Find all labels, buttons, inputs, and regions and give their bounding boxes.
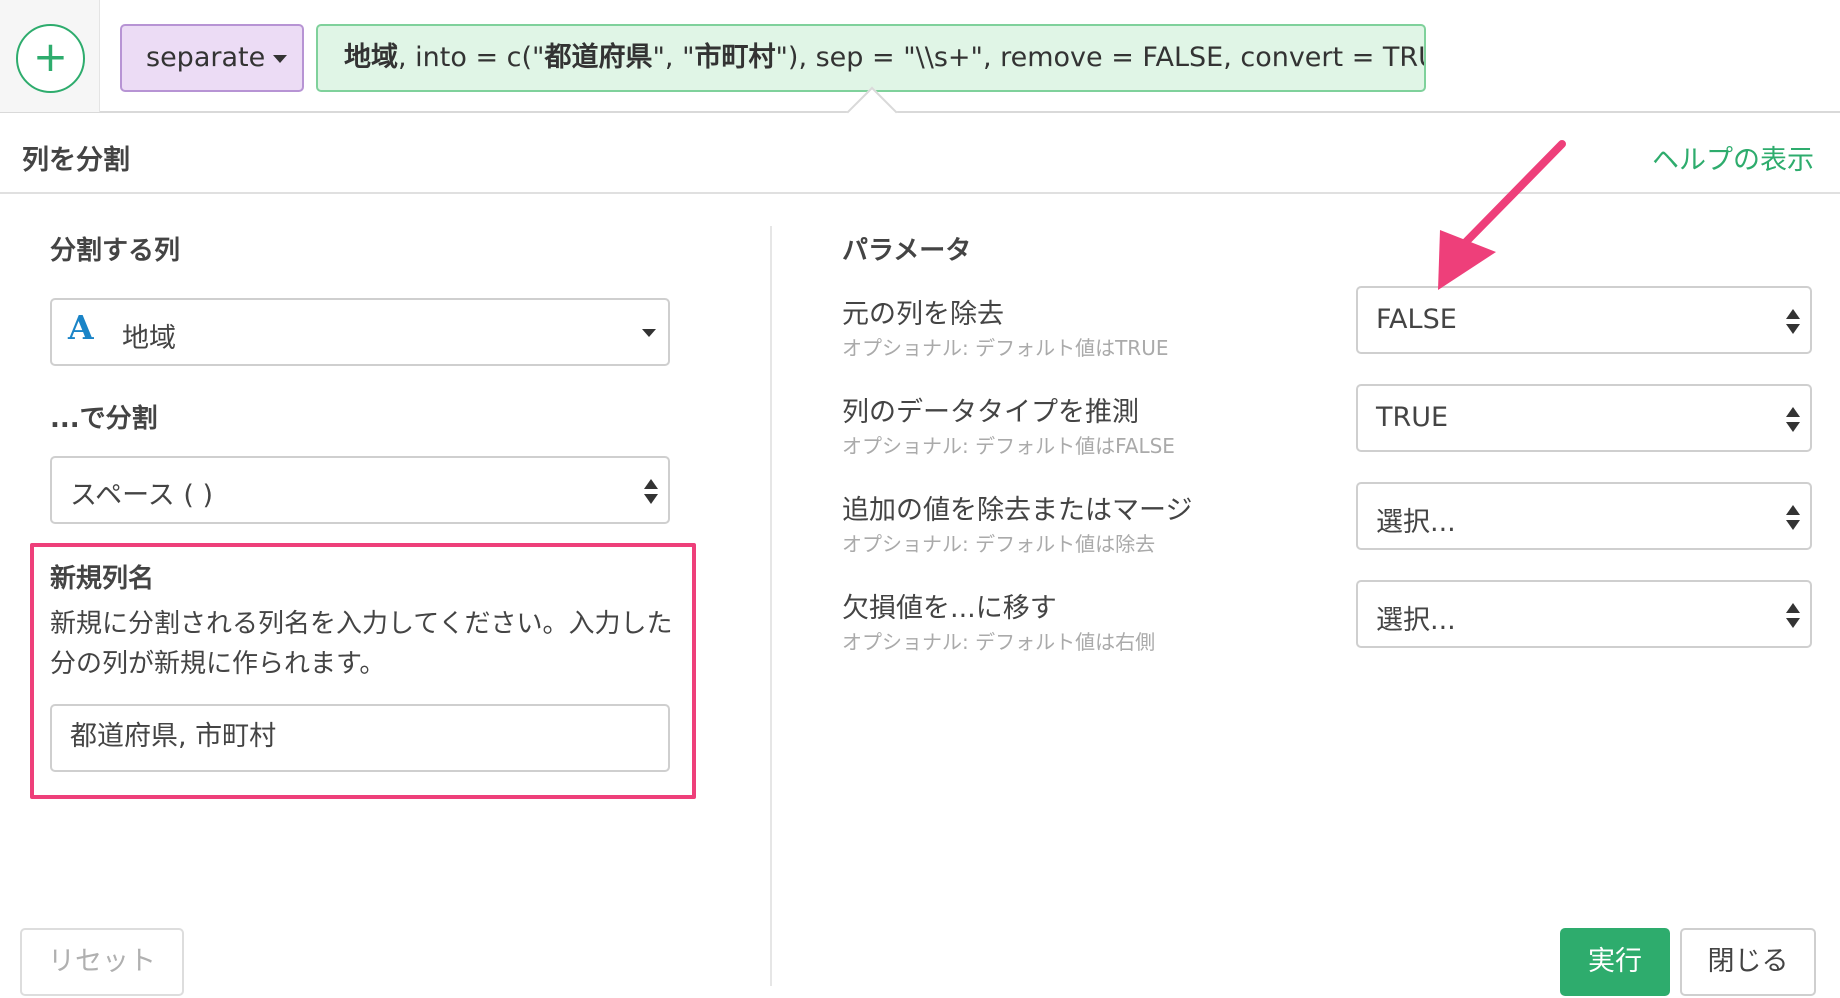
param-label-fill: 欠損値を...に移す [842,593,1057,624]
select-arrows-icon [644,479,658,505]
reset-button[interactable]: リセット [20,928,184,996]
param-hint-convert: オプショナル: デフォルト値はFALSE [842,434,1175,458]
add-step-button[interactable]: + [16,24,85,93]
parameters-section-label: パラメータ [842,236,972,266]
new-columns-input[interactable]: 都道府県, 市町村 [50,704,670,772]
plus-icon: + [32,32,69,81]
new-columns-label: 新規列名 [50,564,155,594]
command-text-field[interactable]: 地域, into = c("都道府県", "市町村"), sep = "\\s+… [316,24,1426,92]
convert-select-value: TRUE [1376,402,1449,433]
select-arrows-icon [1786,309,1800,335]
annotation-arrow-icon [1438,140,1566,290]
character-type-icon: A [68,308,94,347]
extra-select-value: 選択... [1376,507,1456,538]
param-hint-remove: オプショナル: デフォルト値はTRUE [842,336,1169,360]
command-new-col-2: 市町村 [694,42,776,73]
extra-select[interactable]: 選択... [1356,482,1812,550]
new-columns-description: 新規に分割される列名を入力してください。入力した分の列が新規に作られます。 [50,609,673,679]
select-arrows-icon [1786,603,1800,629]
param-hint-extra: オプショナル: デフォルト値は除去 [842,532,1156,556]
param-hint-fill: オプショナル: デフォルト値は右側 [842,630,1156,654]
remove-select-value: FALSE [1376,304,1457,335]
dialog-title: 列を分割 [22,145,130,176]
separator-section-label: ...で分割 [50,404,158,434]
help-link[interactable]: ヘルプの表示 [1652,138,1814,177]
caret-down-icon [642,329,656,337]
command-text-part: , into = c(" [398,42,545,73]
param-label-extra: 追加の値を除去またはマージ [842,495,1193,526]
fill-select[interactable]: 選択... [1356,580,1812,648]
column-divider [770,226,772,986]
close-button[interactable]: 閉じる [1680,928,1816,996]
run-button[interactable]: 実行 [1560,928,1670,996]
caret-down-icon [273,54,288,63]
command-text-part: ", " [652,42,695,73]
command-bar: + separate 地域, into = c("都道府県", "市町村"), … [0,0,1840,113]
column-section-label: 分割する列 [50,236,181,266]
verb-label: separate [146,42,266,73]
fill-select-value: 選択... [1376,605,1456,636]
select-arrows-icon [1786,407,1800,433]
select-arrows-icon [1786,505,1800,531]
param-label-remove: 元の列を除去 [842,299,1004,330]
column-select-value: 地域 [122,323,176,354]
separator-select[interactable]: スペース ( ) [50,456,670,524]
verb-dropdown[interactable]: separate [120,24,304,92]
command-column: 地域 [344,42,398,73]
command-new-col-1: 都道府県 [544,42,653,73]
param-label-convert: 列のデータタイプを推測 [842,397,1139,428]
column-select[interactable]: A 地域 [50,298,670,366]
separator-select-value: スペース ( ) [70,480,213,511]
command-text-part: "), sep = "\\s+", remove = FALSE, conver… [775,42,1426,73]
convert-select[interactable]: TRUE [1356,384,1812,452]
add-step-column: + [0,0,100,112]
